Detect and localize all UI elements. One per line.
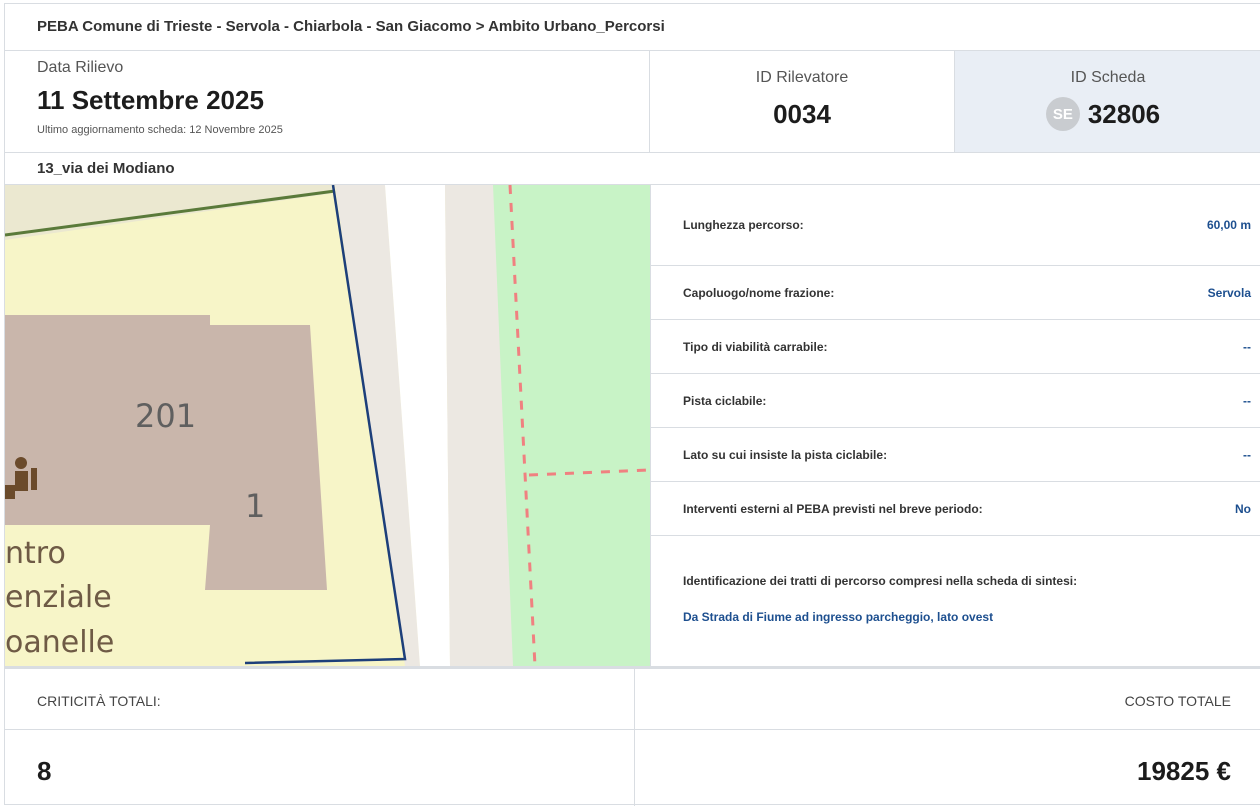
detail-value: --: [1243, 447, 1251, 462]
detail-value: No: [1235, 501, 1251, 516]
route-map[interactable]: 201 1 ntro enziale oanelle: [5, 185, 650, 666]
detail-row-viabilita: Tipo di viabilità carrabile: --: [651, 320, 1260, 374]
detail-key: Capoluogo/nome frazione:: [683, 285, 835, 300]
detail-value: Servola: [1207, 285, 1251, 300]
last-updated-text: Ultimo aggiornamento scheda: 12 Novembre…: [37, 124, 283, 136]
park-area: [493, 185, 650, 666]
detail-row-frazione: Capoluogo/nome frazione: Servola: [651, 266, 1260, 320]
sheet-id-panel: ID Scheda SE 32806: [955, 51, 1260, 153]
detail-value: 60,00 m: [1206, 218, 1251, 232]
sheet-id-label: ID Scheda: [1070, 69, 1146, 86]
detail-row-interventi: Interventi esterni al PEBA previsti nel …: [651, 482, 1260, 536]
costo-label: COSTO TOTALE: [635, 669, 1260, 730]
survey-date-value: 11 Settembre 2025: [37, 85, 264, 115]
detail-row-pista-ciclabile: Pista ciclabile: --: [651, 374, 1260, 428]
survey-date-label: Data Rilievo: [37, 59, 124, 76]
place-label-line3: oanelle: [5, 625, 114, 660]
sheet-type-badge: SE: [1045, 97, 1080, 131]
detail-key: Interventi esterni al PEBA previsti nel …: [683, 501, 983, 516]
breadcrumb[interactable]: PEBA Comune di Trieste - Servola - Chiar…: [5, 4, 1260, 51]
totals-section: CRITICITÀ TOTALI: 8 COSTO TOTALE 19825 €: [5, 666, 1260, 806]
detail-row-lato-pista: Lato su cui insiste la pista ciclabile: …: [651, 428, 1260, 482]
route-details: Lunghezza percorso: 60,00 m Capoluogo/no…: [650, 185, 1260, 666]
route-title: 13_via dei Modiano: [5, 153, 1260, 185]
identification-value: Da Strada di Fiume ad ingresso parcheggi…: [683, 610, 994, 624]
detail-value: --: [1243, 393, 1251, 408]
identification-label: Identificazione dei tratti di percorso c…: [683, 574, 1078, 588]
map-canvas[interactable]: 201 1 ntro enziale oanelle: [5, 185, 650, 666]
detail-key: Tipo di viabilità carrabile:: [683, 339, 828, 354]
surveyor-value: 0034: [773, 99, 831, 129]
sheet-id-value: 32806: [1087, 98, 1161, 129]
costo-cell: COSTO TOTALE 19825 €: [635, 669, 1260, 806]
criticita-cell: CRITICITÀ TOTALI: 8: [5, 669, 635, 806]
surveyor-label: ID Rilevatore: [755, 69, 849, 86]
building-number-label: 201: [135, 397, 196, 435]
survey-date-panel: Data Rilievo 11 Settembre 2025 Ultimo ag…: [5, 51, 650, 153]
detail-value: --: [1243, 339, 1251, 354]
place-label-line1: ntro: [5, 536, 66, 571]
identification-block: Identificazione dei tratti di percorso c…: [651, 536, 1260, 624]
criticita-value: 8: [37, 756, 52, 786]
detail-key: Lato su cui insiste la pista ciclabile:: [683, 447, 888, 462]
costo-value: 19825 €: [1137, 756, 1231, 786]
criticita-label: CRITICITÀ TOTALI:: [5, 669, 634, 730]
detail-key: Pista ciclabile:: [683, 393, 767, 408]
sheet-frame: PEBA Comune di Trieste - Servola - Chiar…: [4, 3, 1260, 806]
house-number-label: 1: [245, 487, 265, 525]
surveyor-panel: ID Rilevatore 0034: [650, 51, 955, 153]
place-label-line2: enziale: [5, 580, 112, 615]
detail-row-length: Lunghezza percorso: 60,00 m: [651, 185, 1260, 266]
detail-key: Lunghezza percorso:: [683, 218, 804, 232]
